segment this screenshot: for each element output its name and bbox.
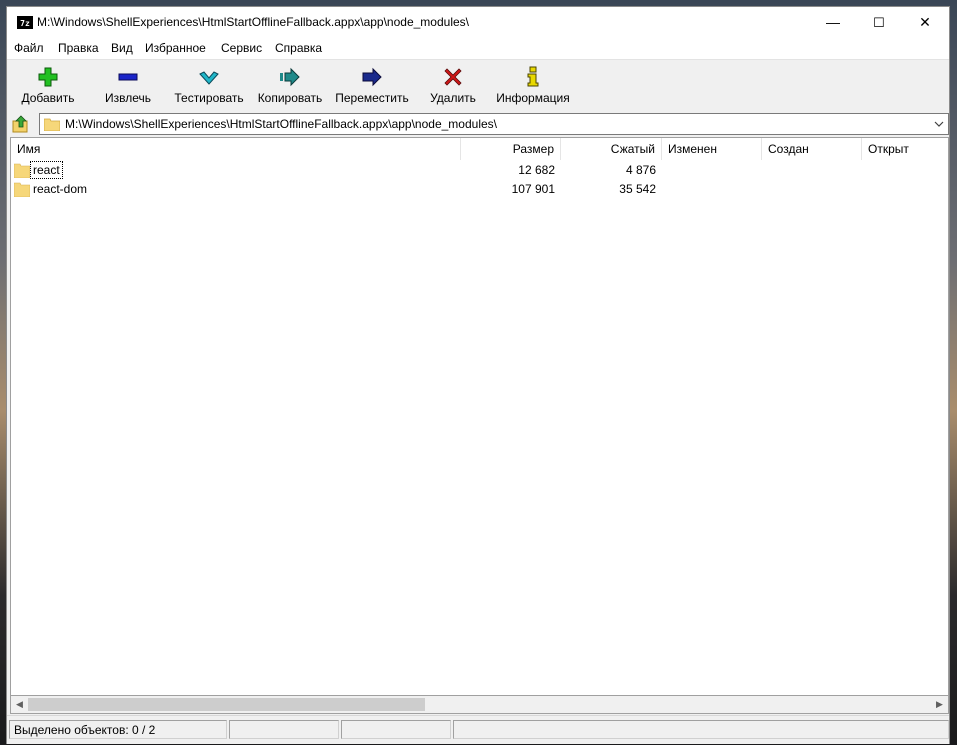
status-panel-packed xyxy=(341,720,451,739)
add-button[interactable]: Добавить xyxy=(16,62,80,110)
window-title: M:\Windows\ShellExperiences\HtmlStartOff… xyxy=(37,15,469,29)
copy-arrow-icon xyxy=(280,67,300,87)
delete-button[interactable]: Удалить xyxy=(425,62,481,110)
toolbar: Добавить Извлечь Тестировать Копировать xyxy=(7,59,949,112)
menu-view[interactable]: Вид xyxy=(111,41,133,55)
info-label: Информация xyxy=(496,91,570,105)
test-label: Тестировать xyxy=(174,91,244,105)
add-label: Добавить xyxy=(21,91,75,105)
file-packed-size: 4 876 xyxy=(625,163,656,177)
menu-edit[interactable]: Правка xyxy=(58,41,99,55)
info-button[interactable]: Информация xyxy=(495,62,571,110)
minus-icon xyxy=(118,73,138,81)
plus-icon xyxy=(38,67,58,87)
scroll-right-icon[interactable]: ▶ xyxy=(931,696,948,713)
extract-label: Извлечь xyxy=(104,91,151,105)
menu-favorites[interactable]: Избранное xyxy=(145,41,206,55)
7zip-app-icon: 7z xyxy=(17,16,33,29)
status-panel-size xyxy=(229,720,339,739)
menu-file[interactable]: Файл xyxy=(14,41,44,55)
file-name: react-dom xyxy=(33,182,88,196)
move-button[interactable]: Переместить xyxy=(333,62,411,110)
up-folder-icon[interactable] xyxy=(12,115,30,133)
address-bar: M:\Windows\ShellExperiences\HtmlStartOff… xyxy=(7,111,949,137)
address-path-text: M:\Windows\ShellExperiences\HtmlStartOff… xyxy=(65,117,497,131)
copy-button[interactable]: Копировать xyxy=(255,62,325,110)
close-button[interactable]: ✕ xyxy=(902,7,948,38)
file-row[interactable]: react 12 682 4 876 xyxy=(11,161,948,180)
status-panel-selection: Выделено объектов: 0 / 2 xyxy=(9,720,227,739)
menu-tools[interactable]: Сервис xyxy=(221,41,262,55)
horizontal-scrollbar[interactable]: ◀ ▶ xyxy=(10,696,949,714)
title-bar: 7z M:\Windows\ShellExperiences\HtmlStart… xyxy=(7,7,949,38)
column-header-name[interactable]: Имя xyxy=(11,138,461,160)
chevron-down-icon[interactable] xyxy=(932,116,946,132)
extract-button[interactable]: Извлечь xyxy=(98,62,158,110)
maximize-button[interactable]: ☐ xyxy=(856,7,902,38)
move-label: Переместить xyxy=(335,91,409,105)
column-header-modified[interactable]: Изменен xyxy=(662,138,762,160)
status-bar: Выделено объектов: 0 / 2 xyxy=(7,715,949,744)
file-name: react xyxy=(30,161,63,179)
column-header-created[interactable]: Создан xyxy=(762,138,862,160)
folder-icon xyxy=(44,118,60,131)
column-header-accessed[interactable]: Открыт xyxy=(862,138,948,160)
file-list: Имя Размер Сжатый Изменен Создан Открыт … xyxy=(10,137,949,696)
address-path-field[interactable]: M:\Windows\ShellExperiences\HtmlStartOff… xyxy=(39,113,949,135)
column-header-packed[interactable]: Сжатый xyxy=(561,138,662,160)
info-icon xyxy=(527,66,539,87)
minimize-button[interactable]: — xyxy=(810,7,856,38)
delete-x-icon xyxy=(444,68,462,86)
file-row[interactable]: react-dom 107 901 35 542 xyxy=(11,180,948,199)
move-arrow-icon xyxy=(362,67,382,87)
file-size: 107 901 xyxy=(511,182,555,196)
app-window: 7z M:\Windows\ShellExperiences\HtmlStart… xyxy=(6,6,950,744)
menu-bar: Файл Правка Вид Избранное Сервис Справка xyxy=(7,38,949,59)
folder-icon xyxy=(14,163,30,178)
test-button[interactable]: Тестировать xyxy=(172,62,246,110)
scrollbar-thumb[interactable] xyxy=(28,698,425,711)
copy-label: Копировать xyxy=(257,91,323,105)
folder-icon xyxy=(14,182,30,197)
file-size: 12 682 xyxy=(518,163,555,177)
delete-label: Удалить xyxy=(430,91,476,105)
menu-help[interactable]: Справка xyxy=(275,41,322,55)
scroll-left-icon[interactable]: ◀ xyxy=(11,696,28,713)
checkmark-icon xyxy=(199,71,219,85)
status-panel-date xyxy=(453,720,949,739)
file-packed-size: 35 542 xyxy=(619,182,656,196)
column-header-size[interactable]: Размер xyxy=(461,138,561,160)
selection-count: Выделено объектов: 0 / 2 xyxy=(14,723,156,737)
